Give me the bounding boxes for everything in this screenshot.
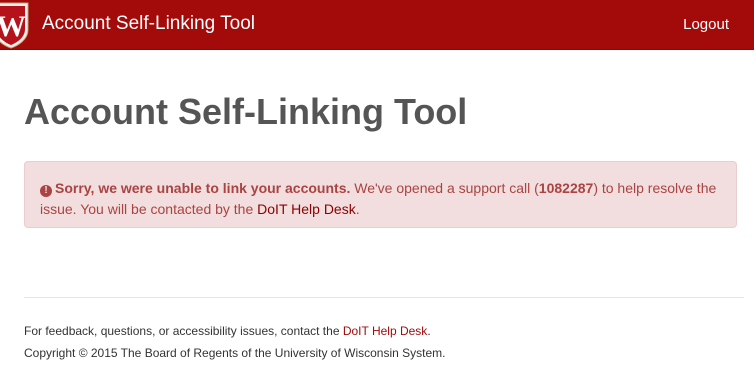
alert-text-end: . [355, 201, 360, 217]
brand-title[interactable]: Account Self-Linking Tool [42, 13, 255, 35]
copyright-text: Copyright © 2015 The Board of Regents of… [24, 346, 446, 360]
page-title: Account Self-Linking Tool [24, 91, 468, 132]
exclamation-circle-icon: ! [40, 185, 52, 197]
alert-bold-message: Sorry, we were unable to link your accou… [55, 180, 351, 196]
logout-link[interactable]: Logout [683, 16, 729, 34]
crest-letter: W [0, 10, 26, 43]
footer-help-desk-link[interactable]: DoIT Help Desk [343, 324, 427, 338]
support-ticket-number: 1082287 [538, 180, 594, 196]
feedback-suffix: . [427, 324, 431, 338]
top-navbar: W Account Self-Linking Tool Logout [0, 0, 754, 50]
footer: For feedback, questions, or accessibilit… [24, 320, 445, 364]
feedback-prefix: For feedback, questions, or accessibilit… [24, 324, 343, 338]
error-alert: ! Sorry, we were unable to link your acco… [24, 161, 737, 228]
footer-divider [24, 297, 744, 298]
uw-crest-logo[interactable]: W [0, 0, 34, 49]
doit-help-desk-link[interactable]: DoIT Help Desk [257, 201, 356, 217]
feedback-line: For feedback, questions, or accessibilit… [24, 320, 445, 342]
alert-text-before-ticket: We've opened a support call ( [350, 180, 539, 196]
